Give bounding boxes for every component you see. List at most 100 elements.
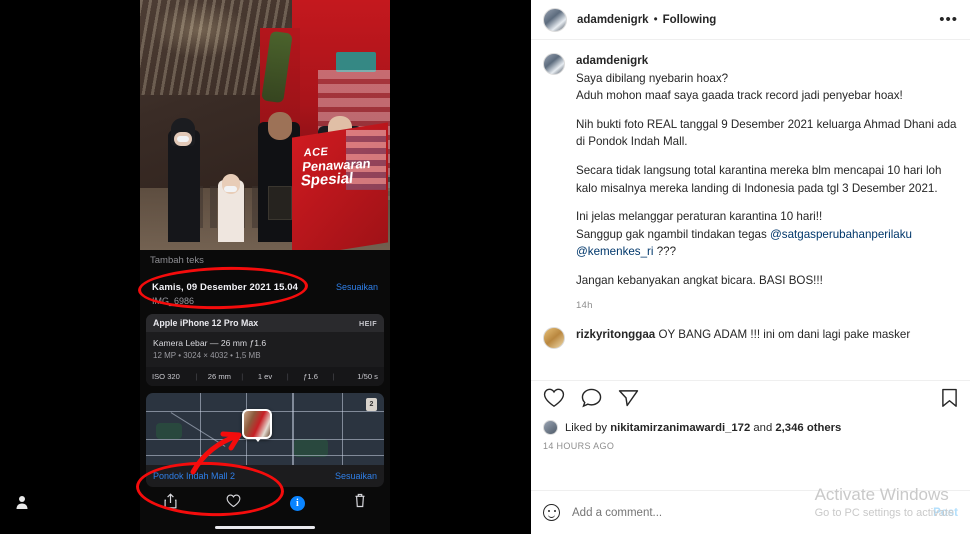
exif-lens: Kamera Lebar — 26 mm ƒ1.6: [153, 338, 267, 348]
location-card: 2 Pondok Indah Mall 2 Sesuaikan: [146, 393, 384, 487]
caption-timestamp: 14h: [576, 299, 593, 311]
header-separator: •: [653, 13, 658, 26]
top-liker-username[interactable]: nikitamirzanimawardi_172: [610, 422, 750, 434]
likes-prefix: Liked by: [565, 421, 608, 434]
caption-line-2: Aduh mohon maaf saya gaada track record …: [576, 89, 903, 103]
mention-kemenkes[interactable]: @kemenkes_ri: [576, 245, 654, 258]
caption-line-7: Jangan kebanyakan angkat bicara. BASI BO…: [576, 274, 823, 288]
mention-satgas[interactable]: @satgasperubahanperilaku: [770, 228, 912, 241]
face-mask-2: [224, 186, 237, 192]
exif-stat-shutter: 1/50 s: [357, 372, 378, 381]
share-icon[interactable]: [618, 388, 639, 413]
instagram-post-panel: adamdenigrk • Following ••• adamdenigrk …: [531, 0, 970, 534]
caption-avatar[interactable]: [543, 53, 565, 75]
post-username[interactable]: adamdenigrk: [577, 14, 649, 26]
exif-header: Apple iPhone 12 Pro Max HEIF: [146, 314, 384, 332]
person-woman-left: [168, 130, 200, 242]
comment-text: rizkyritonggaa OY BANG ADAM !!! ini om d…: [576, 326, 910, 349]
adjust-location-button[interactable]: Sesuaikan: [335, 471, 377, 481]
avatar[interactable]: [543, 7, 567, 32]
exif-device: Apple iPhone 12 Pro Max: [153, 318, 259, 328]
adjust-date-button[interactable]: Sesuaikan: [336, 282, 378, 292]
photo-date: Kamis, 09 Desember 2021 15.04: [152, 282, 299, 293]
caption-line-4: Secara tidak langsung total karantina me…: [576, 164, 942, 195]
map-badge: 2: [366, 398, 377, 411]
person-icon[interactable]: [14, 494, 30, 510]
ace-promo-banner: ACE Penawaran Spesial: [292, 122, 388, 250]
post-timestamp: 14 HOURS AGO: [543, 441, 615, 451]
caption-gap-1: [576, 105, 958, 116]
map-road-h3: [146, 455, 384, 456]
exif-card: Apple iPhone 12 Pro Max HEIF Kamera Leba…: [146, 314, 384, 386]
person-man-head: [268, 112, 292, 140]
map-park-1: [156, 423, 182, 439]
comment-input[interactable]: [572, 506, 934, 519]
exif-stat-aperture: ƒ1.6: [303, 372, 318, 381]
caption-text: adamdenigrk Saya dibilang nyebarin hoax?…: [576, 52, 958, 313]
post-body: adamdenigrk Saya dibilang nyebarin hoax?…: [531, 40, 970, 380]
info-icon[interactable]: i: [289, 495, 305, 511]
map-road-v3: [292, 393, 294, 465]
map-road-v4: [342, 393, 344, 465]
trash-icon[interactable]: [354, 493, 366, 513]
exif-stat-focal: 26 mm: [207, 372, 231, 381]
caption-line-5: Ini jelas melanggar peraturan karantina …: [576, 210, 823, 224]
likes-row: Liked by nikitamirzanimawardi_172 and 2,…: [531, 420, 970, 435]
exif-body: Kamera Lebar — 26 mm ƒ1.6 12 MP • 3024 ×…: [146, 332, 384, 367]
date-text-group: Kamis, 09 Desember 2021 15.04 IMG_6986: [152, 282, 298, 306]
comment-username[interactable]: rizkyritonggaa: [576, 328, 655, 341]
share-icon[interactable]: [164, 492, 177, 514]
caption-line-3: Nih bukti foto REAL tanggal 9 Desember 2…: [576, 117, 957, 149]
comment-item: rizkyritonggaa OY BANG ADAM !!! ini om d…: [543, 326, 958, 350]
photo-preview[interactable]: ACE Penawaran Spesial: [140, 0, 390, 250]
liker-avatar[interactable]: [543, 420, 558, 435]
location-row: Pondok Indah Mall 2 Sesuaikan: [146, 465, 384, 487]
post-comment-button[interactable]: Post: [933, 507, 958, 519]
photos-toolbar: i: [140, 486, 390, 520]
follow-state-button[interactable]: Following: [663, 14, 717, 26]
map-view[interactable]: 2: [146, 393, 384, 465]
heart-icon[interactable]: [226, 494, 241, 513]
post-header: adamdenigrk • Following •••: [531, 0, 970, 40]
comment-body: OY BANG ADAM !!! ini om dani lagi pake m…: [658, 328, 911, 342]
photo-filename: IMG_6986: [152, 296, 195, 306]
caption-line-1: Saya dibilang nyebarin hoax?: [576, 71, 729, 85]
post-actions-bar: [531, 380, 970, 420]
comment-avatar[interactable]: [543, 327, 565, 350]
map-road-h2: [146, 439, 384, 441]
screenshot-root: ACE Penawaran Spesial Tambah teks Kamis,…: [0, 0, 970, 534]
more-options-icon[interactable]: •••: [939, 12, 958, 27]
content-fade-overlay: [531, 354, 970, 380]
photo-info-block: Kamis, 09 Desember 2021 15.04 IMG_6986 S…: [146, 278, 384, 386]
ios-photos-screenshot-pane: ACE Penawaran Spesial Tambah teks Kamis,…: [0, 0, 531, 534]
exif-specs: 12 MP • 3024 × 4032 • 1,5 MB: [153, 351, 261, 360]
likes-count[interactable]: 2,346: [775, 422, 803, 434]
bookmark-icon[interactable]: [941, 388, 958, 413]
add-text-label[interactable]: Tambah teks: [150, 255, 204, 266]
heart-icon[interactable]: [543, 388, 565, 413]
exif-stat-ev: 1 ev: [257, 372, 273, 381]
likes-suffix[interactable]: others: [807, 422, 842, 434]
add-comment-bar: Post: [531, 490, 970, 534]
person-man-shirt-graphic: [268, 186, 292, 220]
caption-block: adamdenigrk Saya dibilang nyebarin hoax?…: [543, 52, 958, 313]
teal-sign: [336, 52, 376, 72]
caption-username[interactable]: adamdenigrk: [576, 52, 958, 70]
phone-screenshot: ACE Penawaran Spesial Tambah teks Kamis,…: [140, 0, 390, 534]
caption-line-6: Sanggup gak ngambil tindakan tegas @satg…: [576, 227, 912, 259]
caption-gap-3: [576, 197, 958, 208]
date-row: Kamis, 09 Desember 2021 15.04 IMG_6986 S…: [146, 278, 384, 312]
exif-stat-iso: ISO 320: [152, 372, 180, 381]
comment-icon[interactable]: [581, 388, 602, 413]
emoji-icon[interactable]: [543, 504, 560, 521]
exif-stats-row: ISO 320 | 26 mm | 1 ev | ƒ1.6 | 1/50 s: [146, 367, 384, 386]
map-pin-tail: [254, 437, 262, 442]
caption-gap-2: [576, 151, 958, 162]
face-mask-1: [177, 136, 189, 142]
ace-banner-text: ACE Penawaran Spesial: [300, 145, 373, 190]
red-arrow-annotation: [190, 431, 242, 475]
home-indicator: [215, 526, 315, 529]
likes-middle: and: [753, 421, 773, 434]
caption-gap-4: [576, 261, 958, 272]
likes-text: Liked by nikitamirzanimawardi_172 and 2,…: [565, 422, 841, 434]
